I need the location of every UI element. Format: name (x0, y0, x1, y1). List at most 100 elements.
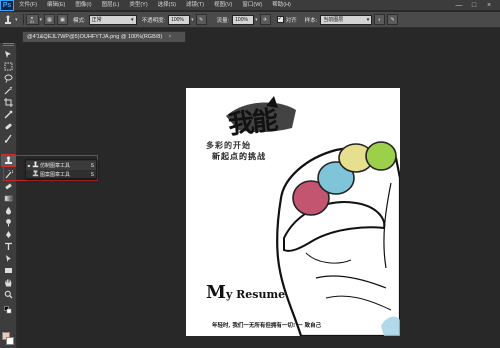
eyedropper-icon (4, 110, 13, 119)
hand-tool[interactable] (2, 277, 15, 288)
tools-panel (0, 43, 17, 348)
menu-layer[interactable]: 图层(L) (97, 0, 125, 11)
poster-title: 我能 (226, 105, 278, 141)
eyedropper-tool[interactable] (2, 109, 15, 120)
pen-pressure-icon: ✎ (199, 16, 204, 23)
opacity-label: 不透明度: (141, 17, 166, 24)
lasso-icon (4, 74, 13, 83)
eraser-icon (5, 183, 12, 190)
brush-panel-icon: ▦ (47, 16, 52, 23)
flyout-item-shortcut: S (90, 171, 94, 178)
restore-button[interactable]: □ (467, 0, 481, 11)
menu-bar: Ps 文件(F) 编辑(E) 图像(I) 图层(L) 类型(Y) 选择(S) 滤… (0, 0, 500, 11)
ignore-adjustment-layers-button[interactable]: ◐ (374, 14, 386, 25)
swap-colors-icon (4, 306, 12, 314)
menu-window[interactable]: 窗口(W) (237, 0, 267, 11)
brush-tool[interactable] (2, 133, 15, 144)
menu-view[interactable]: 视图(V) (209, 0, 237, 11)
marquee-tool[interactable] (2, 61, 15, 72)
chevron-down-icon[interactable]: ▾ (255, 17, 258, 23)
clone-stamp-icon (5, 156, 12, 164)
poster-heading-rest: y Resume (225, 288, 286, 301)
pen-tool[interactable] (2, 229, 15, 240)
document-title: @4'1&QEJL7WP@5)OUHFYTJA.png @ 100%(RGB/8… (27, 34, 163, 40)
sample-value: 当前图层 (323, 17, 344, 23)
healing-brush-tool[interactable] (2, 121, 15, 132)
menu-filter[interactable]: 滤镜(T) (181, 0, 209, 11)
eraser-tool[interactable] (2, 181, 15, 192)
move-tool[interactable] (2, 49, 15, 60)
chevron-down-icon[interactable]: ▾ (40, 17, 43, 23)
chevron-down-icon: ▾ (366, 16, 370, 23)
sample-select[interactable]: 当前图层 ▾ (320, 14, 373, 25)
arrow-icon (6, 255, 11, 262)
adjustment-layer-icon: ◐ (378, 16, 382, 23)
flyout-item-shortcut: S (90, 162, 94, 169)
close-tab-icon[interactable]: × (168, 34, 171, 40)
history-brush-icon (5, 170, 13, 179)
pressure-opacity-button[interactable]: ✎ (195, 14, 207, 25)
clone-source-panel-toggle[interactable]: ▣ (57, 14, 69, 25)
aligned-checkbox[interactable]: ✓ (276, 16, 284, 23)
clone-source-icon: ▣ (60, 16, 65, 23)
menu-file[interactable]: 文件(F) (14, 0, 42, 11)
pressure-size-button[interactable]: ✎ (387, 14, 399, 25)
divider (22, 14, 24, 25)
zoom-tool[interactable] (2, 289, 15, 300)
stamp-tool-flyout: ■ 仿制图章工具 S 图案图章工具 S (25, 159, 97, 179)
flyout-item-pattern-stamp[interactable]: 图案图章工具 S (26, 170, 96, 179)
pattern-stamp-icon (32, 170, 40, 179)
type-tool[interactable] (2, 241, 15, 252)
history-brush-tool[interactable] (2, 169, 15, 180)
brush-icon (4, 134, 12, 143)
flow-label: 流量: (216, 17, 230, 24)
brush-size-picker[interactable]: ● 21 (25, 14, 39, 25)
drop-icon (6, 207, 11, 215)
flow-value: 100% (235, 16, 248, 23)
blur-tool[interactable] (2, 205, 15, 216)
crop-icon (4, 98, 13, 107)
shape-tool[interactable] (2, 265, 15, 276)
background-color-swatch[interactable] (6, 337, 14, 345)
move-icon (5, 51, 11, 58)
clone-stamp-tool[interactable] (1, 154, 16, 167)
flyout-item-clone-stamp[interactable]: ■ 仿制图章工具 S (26, 161, 96, 170)
close-button[interactable]: × (482, 0, 496, 11)
document-canvas[interactable]: 我能 多彩的开始 新起点的挑战 M y Resume 年轻时, 我们一无所有但拥… (186, 88, 400, 336)
mode-select[interactable]: 正常 ▾ (88, 14, 137, 25)
menu-edit[interactable]: 编辑(E) (42, 0, 70, 11)
brush-panel-toggle[interactable]: ▦ (44, 14, 56, 25)
default-colors-button[interactable] (2, 305, 15, 316)
panel-grip[interactable] (3, 43, 14, 46)
mode-value: 正常 (91, 17, 102, 23)
bandage-icon (5, 123, 12, 130)
chevron-down-icon[interactable]: ▾ (191, 17, 194, 23)
opacity-value: 100% (171, 16, 184, 23)
photoshop-logo[interactable]: Ps (0, 0, 14, 11)
magnifier-icon (4, 290, 13, 299)
airbrush-button[interactable]: ✈ (259, 14, 271, 25)
quick-selection-tool[interactable] (2, 85, 15, 96)
airbrush-icon: ✈ (263, 16, 268, 23)
opacity-field[interactable]: 100% (168, 14, 191, 25)
menu-image[interactable]: 图像(I) (70, 0, 96, 11)
poster-footer: 年轻时, 我们一无所有但拥有一切! 一 致自己 (212, 323, 322, 329)
sample-label: 样本: (304, 17, 318, 24)
chevron-down-icon[interactable]: ▾ (15, 17, 18, 23)
menu-type[interactable]: 类型(Y) (124, 0, 152, 11)
document-tab[interactable]: @4'1&QEJL7WP@5)OUHFYTJA.png @ 100%(RGB/8… (22, 31, 186, 42)
minimize-button[interactable]: — (452, 0, 466, 11)
menu-select[interactable]: 选择(S) (153, 0, 181, 11)
hand-icon (4, 279, 12, 287)
pen-icon (6, 231, 11, 238)
crop-tool[interactable] (2, 97, 15, 108)
menu-help[interactable]: 帮助(H) (267, 0, 296, 11)
gradient-tool[interactable] (2, 193, 15, 204)
flow-field[interactable]: 100% (232, 14, 255, 25)
poster-line-2: 新起点的挑战 (212, 151, 266, 161)
lasso-tool[interactable] (2, 73, 15, 84)
rect-marquee-icon (4, 62, 13, 71)
dodge-tool[interactable] (2, 217, 15, 228)
path-selection-tool[interactable] (2, 253, 15, 264)
tool-preset-picker[interactable] (2, 14, 14, 25)
